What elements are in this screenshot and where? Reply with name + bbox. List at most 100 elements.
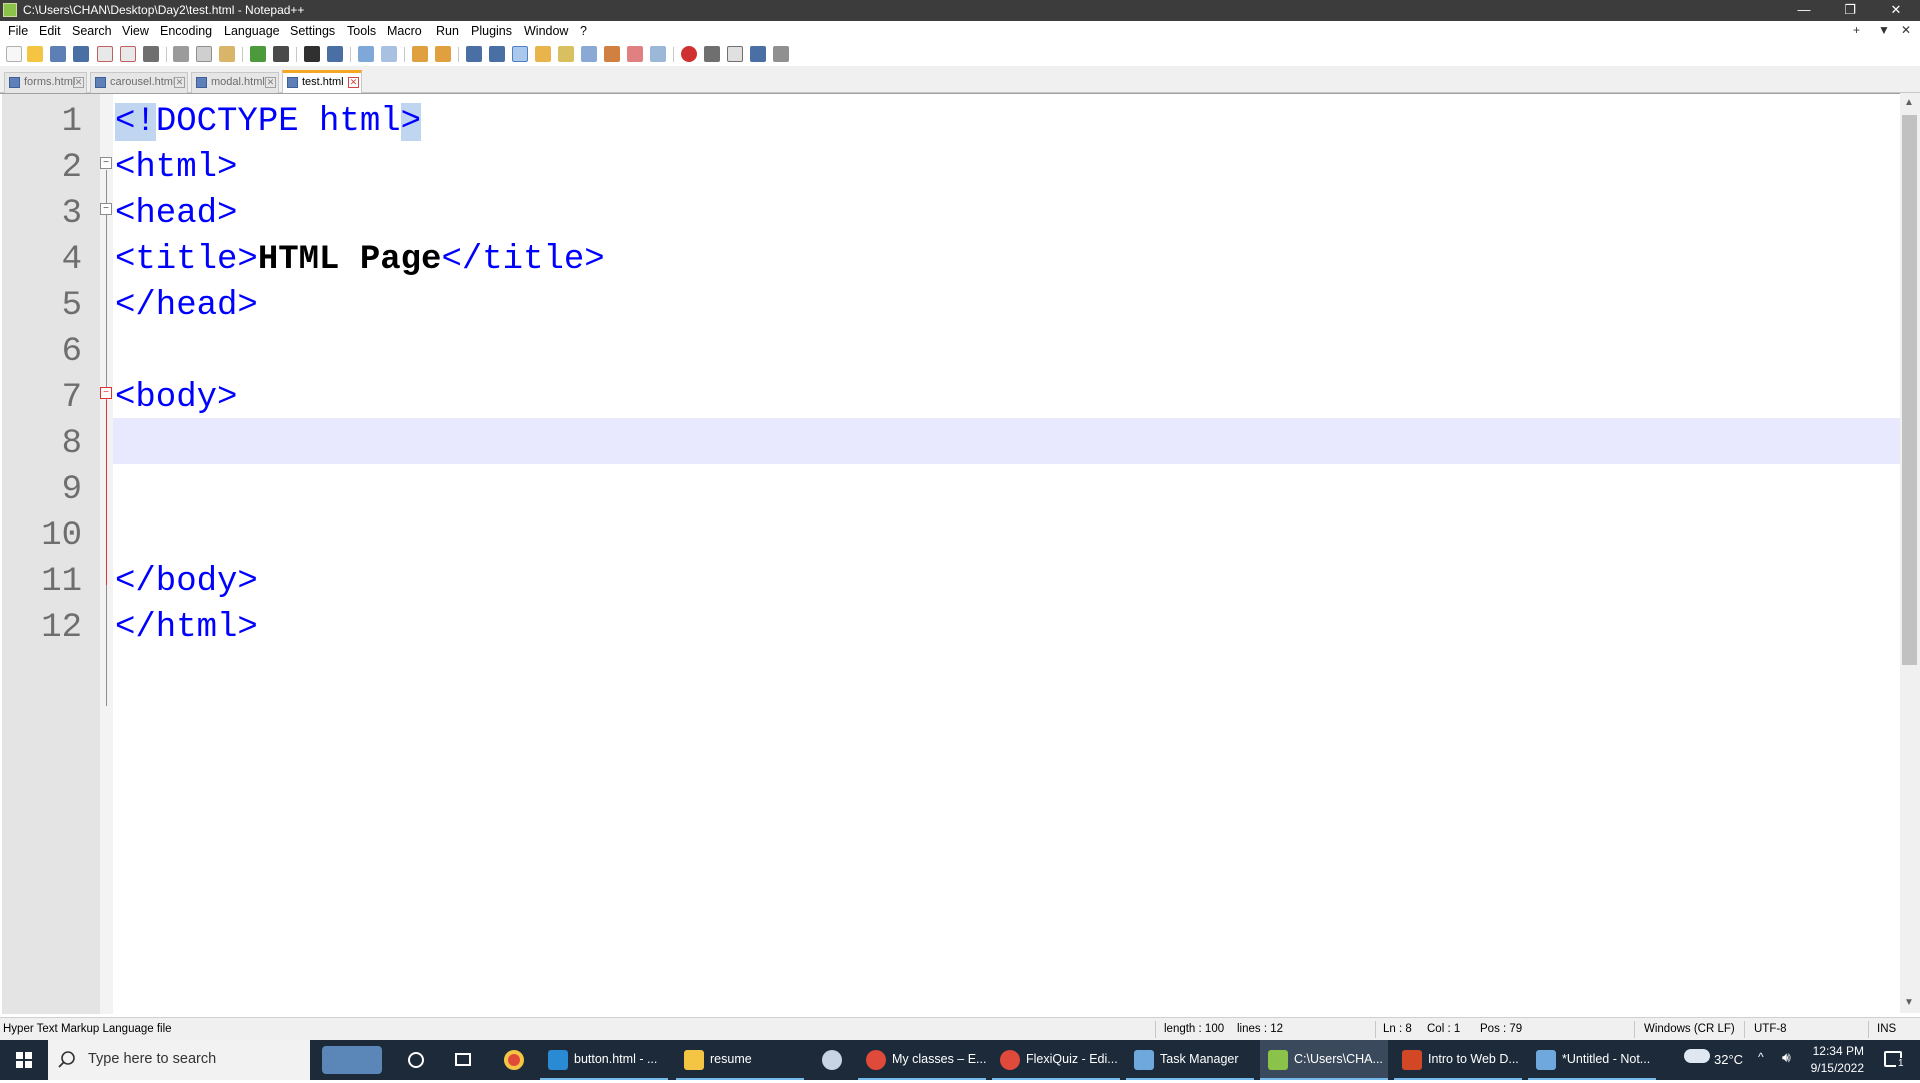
doc-map-icon[interactable] xyxy=(558,46,574,62)
taskbar-app-notepad[interactable]: *Untitled - Not... xyxy=(1528,1040,1656,1080)
notification-center-icon[interactable]: 1 xyxy=(1872,1040,1916,1080)
scroll-thumb[interactable] xyxy=(1902,115,1917,665)
new-file-icon[interactable] xyxy=(6,46,22,62)
save-icon[interactable] xyxy=(50,46,66,62)
cortana-icon[interactable] xyxy=(396,1040,436,1080)
preview-icon[interactable] xyxy=(650,46,666,62)
status-separator xyxy=(1155,1021,1156,1038)
taskbar-app-label: *Untitled - Not... xyxy=(1562,1052,1651,1066)
search-highlight-icon[interactable] xyxy=(312,1040,392,1080)
cut-icon[interactable] xyxy=(173,46,189,62)
undo-icon[interactable] xyxy=(250,46,266,62)
play-macro-icon[interactable] xyxy=(727,46,743,62)
folder-workspace-icon[interactable] xyxy=(604,46,620,62)
eol-format[interactable]: Windows (CR LF) xyxy=(1644,1023,1735,1035)
scroll-down-icon[interactable]: ▼ xyxy=(1904,997,1914,1008)
clock[interactable]: 12:34 PM 9/15/2022 xyxy=(1806,1040,1868,1080)
sync-vertical-icon[interactable] xyxy=(412,46,428,62)
line-number: 4 xyxy=(61,241,82,279)
print-icon[interactable] xyxy=(143,46,159,62)
word-wrap-icon[interactable] xyxy=(466,46,482,62)
zoom-out-icon[interactable] xyxy=(381,46,397,62)
taskbar-app-vscode[interactable]: button.html - ... xyxy=(540,1040,668,1080)
taskbar-search-input[interactable]: Type here to search xyxy=(48,1040,310,1080)
open-file-icon[interactable] xyxy=(27,46,43,62)
save-macro-icon[interactable] xyxy=(773,46,789,62)
menu-plugins[interactable]: Plugins xyxy=(471,24,512,38)
current-line-highlight xyxy=(113,418,1900,464)
menu-language[interactable]: Language xyxy=(224,24,280,38)
menu-help[interactable]: ? xyxy=(580,24,587,38)
tab-carousel[interactable]: carousel.html ✕ xyxy=(90,72,188,93)
menu-tools[interactable]: Tools xyxy=(347,24,376,38)
user-language-icon[interactable] xyxy=(535,46,551,62)
sync-horizontal-icon[interactable] xyxy=(435,46,451,62)
weather-widget[interactable]: 32°C xyxy=(1680,1040,1750,1080)
indent-guide-icon[interactable] xyxy=(512,46,528,62)
save-all-icon[interactable] xyxy=(73,46,89,62)
close-button[interactable]: ✕ xyxy=(1873,0,1919,21)
menu-view[interactable]: View xyxy=(122,24,149,38)
scroll-up-icon[interactable]: ▲ xyxy=(1904,97,1914,108)
run-macro-multiple-icon[interactable] xyxy=(750,46,766,62)
monitoring-icon[interactable] xyxy=(627,46,643,62)
close-icon[interactable] xyxy=(97,46,113,62)
taskbar-app-chrome-classes[interactable]: My classes – E... xyxy=(858,1040,986,1080)
new-tab-icon[interactable]: + xyxy=(1853,23,1860,37)
insert-mode-label[interactable]: INS xyxy=(1877,1023,1896,1035)
copy-icon[interactable] xyxy=(196,46,212,62)
notification-count: 1 xyxy=(1896,1058,1906,1069)
start-button[interactable] xyxy=(0,1040,48,1080)
fold-toggle-icon[interactable]: − xyxy=(100,203,112,215)
code-token: <title> xyxy=(115,241,258,279)
find-icon[interactable] xyxy=(304,46,320,62)
vertical-scrollbar[interactable]: ▲ ▼ xyxy=(1900,93,1920,1013)
zoom-in-icon[interactable] xyxy=(358,46,374,62)
vscode-icon xyxy=(548,1050,568,1070)
function-list-icon[interactable] xyxy=(581,46,597,62)
stop-macro-icon[interactable] xyxy=(704,46,720,62)
fold-toggle-icon[interactable]: − xyxy=(100,157,112,169)
tab-modal[interactable]: modal.html ✕ xyxy=(191,72,279,93)
editor-area[interactable]: 1 2 3 4 5 6 7 8 9 10 11 12 − − − <!DOCTY… xyxy=(0,93,1920,1014)
taskbar-app-chrome-flexiquiz[interactable]: FlexiQuiz - Edi... xyxy=(992,1040,1120,1080)
tab-test[interactable]: test.html ✕ xyxy=(282,70,362,93)
steam-icon[interactable] xyxy=(812,1040,852,1080)
close-doc-icon[interactable]: ✕ xyxy=(1901,23,1911,37)
encoding-label[interactable]: UTF-8 xyxy=(1754,1023,1787,1035)
fold-toggle-icon[interactable]: − xyxy=(100,387,112,399)
show-all-chars-icon[interactable] xyxy=(489,46,505,62)
chevron-up-icon[interactable]: ^ xyxy=(1758,1050,1764,1070)
menu-encoding[interactable]: Encoding xyxy=(160,24,212,38)
tab-close-icon[interactable]: ✕ xyxy=(174,77,185,88)
tab-list-icon[interactable]: ▼ xyxy=(1878,23,1890,37)
tab-close-icon[interactable]: ✕ xyxy=(73,77,84,88)
menu-window[interactable]: Window xyxy=(524,24,568,38)
menu-settings[interactable]: Settings xyxy=(290,24,335,38)
task-view-icon[interactable] xyxy=(443,1040,483,1080)
tab-forms[interactable]: forms.html ✕ xyxy=(4,72,87,93)
volume-icon[interactable]: 🔊︎ xyxy=(1782,1049,1791,1069)
tab-close-icon[interactable]: ✕ xyxy=(348,77,359,88)
taskbar-app-powerpoint[interactable]: Intro to Web D... xyxy=(1394,1040,1522,1080)
paste-icon[interactable] xyxy=(219,46,235,62)
close-all-icon[interactable] xyxy=(120,46,136,62)
tab-label: forms.html xyxy=(24,76,76,88)
menu-edit[interactable]: Edit xyxy=(39,24,61,38)
menu-search[interactable]: Search xyxy=(72,24,112,38)
taskbar-app-task-manager[interactable]: Task Manager xyxy=(1126,1040,1254,1080)
record-macro-icon[interactable] xyxy=(681,46,697,62)
taskbar-app-notepadpp[interactable]: C:\Users\CHA... xyxy=(1260,1040,1388,1080)
restore-button[interactable]: ❐ xyxy=(1827,0,1873,21)
tab-close-icon[interactable]: ✕ xyxy=(265,77,276,88)
menu-run[interactable]: Run xyxy=(436,24,459,38)
menu-file[interactable]: File xyxy=(8,24,28,38)
menu-macro[interactable]: Macro xyxy=(387,24,422,38)
redo-icon[interactable] xyxy=(273,46,289,62)
taskbar-app-explorer[interactable]: resume xyxy=(676,1040,804,1080)
chrome-pinned-icon[interactable] xyxy=(494,1040,534,1080)
code-line: <head> xyxy=(115,191,237,237)
toolbar-separator xyxy=(296,47,297,62)
replace-icon[interactable] xyxy=(327,46,343,62)
minimize-button[interactable]: — xyxy=(1781,0,1827,21)
